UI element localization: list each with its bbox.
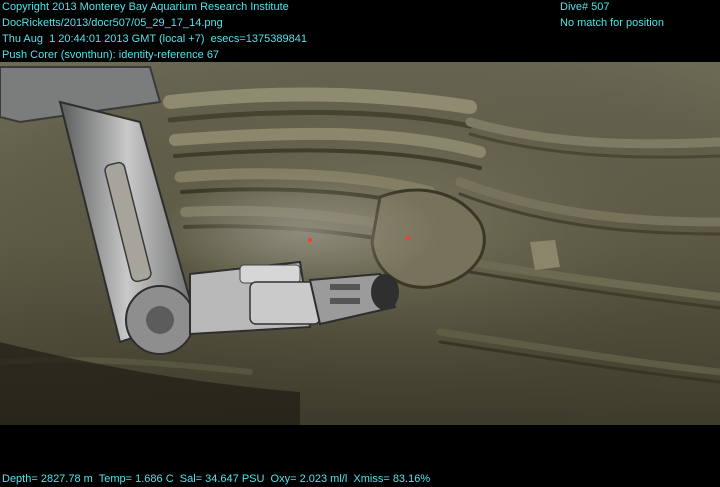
laser-dot: [308, 238, 312, 242]
dive-number-text: Dive# 507: [560, 1, 610, 13]
small-rock: [530, 240, 560, 270]
copyright-text: Copyright 2013 Monterey Bay Aquarium Res…: [2, 1, 289, 13]
laser-dot: [406, 236, 410, 240]
telemetry-text: Depth= 2827.78 m Temp= 1.686 C Sal= 34.6…: [2, 473, 431, 485]
filename-text: DocRicketts/2013/docr507/05_29_17_14.png: [2, 17, 223, 29]
position-status-text: No match for position: [560, 17, 664, 29]
timestamp-text: Thu Aug 1 20:44:01 2013 GMT (local +7) e…: [2, 33, 307, 45]
seafloor-image: [0, 62, 720, 425]
annotation-text: Push Corer (svonthun): identity-referenc…: [2, 49, 220, 61]
seafloor-scene: [0, 62, 720, 425]
